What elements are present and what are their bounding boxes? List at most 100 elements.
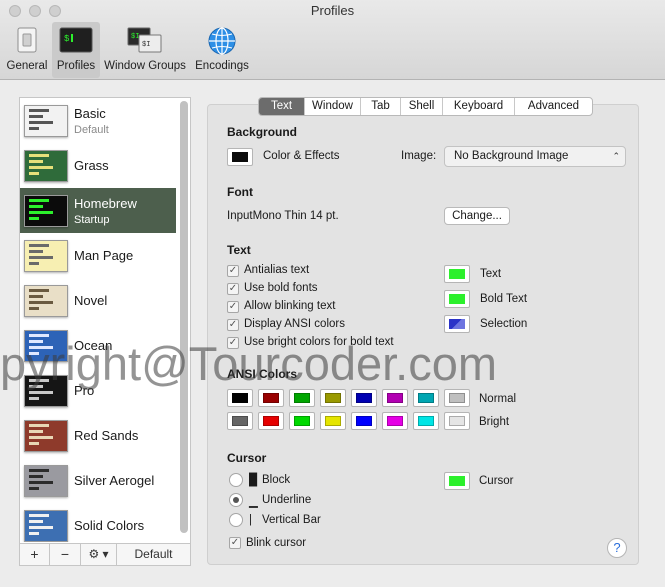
thumbnail-text-line <box>29 436 53 439</box>
chevron-updown-icon: ⌃ <box>612 151 620 161</box>
cursor-shape-label: Underline <box>262 494 312 506</box>
toolbar-profiles[interactable]: $ Profiles <box>52 22 100 78</box>
ansi-bright-color-well[interactable] <box>382 412 408 430</box>
profile-thumbnail <box>24 510 68 542</box>
background-image-select[interactable]: No Background Image ⌃ <box>444 146 626 167</box>
ansi-normal-color-well[interactable] <box>444 389 470 407</box>
thumbnail-text-line <box>29 397 39 400</box>
ansi-color-swatch <box>449 416 465 426</box>
profile-thumbnail <box>24 285 68 317</box>
cursor-shape-radio[interactable] <box>229 473 243 487</box>
add-profile-button[interactable]: + <box>20 544 50 565</box>
ansi-normal-color-well[interactable] <box>258 389 284 407</box>
window-title: Profiles <box>310 3 355 18</box>
tab-keyboard[interactable]: Keyboard <box>443 98 515 115</box>
ansi-bright-color-well[interactable] <box>320 412 346 430</box>
ansi-color-swatch <box>263 416 279 426</box>
profile-item[interactable]: Basic Default <box>20 98 176 143</box>
profile-item[interactable]: Solid Colors <box>20 503 176 542</box>
thumbnail-text-line <box>29 160 43 163</box>
ansi-color-swatch <box>294 416 310 426</box>
thumbnail-text-line <box>29 262 39 265</box>
background-color-well[interactable] <box>227 148 253 166</box>
toolbar-encodings[interactable]: Encodings <box>192 22 252 78</box>
ansi-normal-color-well[interactable] <box>227 389 253 407</box>
profile-item[interactable]: Red Sands <box>20 413 176 458</box>
tab-tab[interactable]: Tab <box>361 98 401 115</box>
profile-item[interactable]: Silver Aerogel <box>20 458 176 503</box>
ansi-normal-color-well[interactable] <box>289 389 315 407</box>
tab-window[interactable]: Window <box>305 98 361 115</box>
profile-list[interactable]: Basic Default Grass Homebrew Startup Man Page… <box>20 98 176 542</box>
profile-actions-menu-button[interactable]: ⚙ ▾ <box>81 544 117 565</box>
ansi-color-swatch <box>325 416 341 426</box>
text-option-checkbox[interactable]: ✓ <box>227 283 239 295</box>
text-option-checkbox[interactable]: ✓ <box>227 337 239 349</box>
profile-name: Man Page <box>74 248 134 263</box>
text-color-swatch <box>449 319 465 329</box>
cursor-shape-glyph: | <box>249 514 252 526</box>
tab-text[interactable]: Text <box>259 98 305 115</box>
remove-profile-button[interactable]: − <box>50 544 81 565</box>
thumbnail-text-line <box>29 475 43 478</box>
profile-thumbnail <box>24 240 68 272</box>
profile-thumbnail <box>24 420 68 452</box>
set-default-button[interactable]: Default <box>117 544 190 565</box>
ansi-bright-label: Bright <box>479 416 510 428</box>
ansi-normal-color-well[interactable] <box>382 389 408 407</box>
text-option-checkbox[interactable]: ✓ <box>227 265 239 277</box>
toolbar-window-groups[interactable]: $I $I Window Groups <box>102 22 188 78</box>
ansi-bright-color-well[interactable] <box>351 412 377 430</box>
svg-text:$: $ <box>64 34 70 44</box>
profile-name: Homebrew <box>74 196 137 211</box>
thumbnail-text-line <box>29 211 53 214</box>
ansi-color-swatch <box>325 393 341 403</box>
tab-advanced[interactable]: Advanced <box>515 98 592 115</box>
ansi-bright-color-well[interactable] <box>258 412 284 430</box>
ansi-bright-color-well[interactable] <box>413 412 439 430</box>
text-color-well[interactable] <box>444 315 470 333</box>
font-value: InputMono Thin 14 pt. <box>227 210 339 222</box>
profile-item[interactable]: Pro <box>20 368 176 413</box>
ansi-bright-color-well[interactable] <box>289 412 315 430</box>
text-option-label: Display ANSI colors <box>244 318 345 330</box>
tab-shell[interactable]: Shell <box>401 98 443 115</box>
ansi-color-swatch <box>232 393 248 403</box>
blink-cursor-checkbox[interactable]: ✓ <box>229 537 241 549</box>
thumbnail-text-line <box>29 301 53 304</box>
ansi-bright-color-well[interactable] <box>227 412 253 430</box>
profile-thumbnail <box>24 465 68 497</box>
cursor-shape-radio[interactable] <box>229 493 243 507</box>
toolbar-general-label: General <box>6 60 48 72</box>
text-option-checkbox[interactable]: ✓ <box>227 301 239 313</box>
toolbar-general[interactable]: General <box>4 22 50 78</box>
thumbnail-text-line <box>29 379 49 382</box>
profile-item[interactable]: Man Page <box>20 233 176 278</box>
thumbnail-text-line <box>29 295 43 298</box>
profile-item[interactable]: Homebrew Startup <box>20 188 176 233</box>
settings-tabs: Text Window Tab Shell Keyboard Advanced <box>258 97 593 116</box>
profile-name: Ocean <box>74 338 113 353</box>
ansi-bright-color-well[interactable] <box>444 412 470 430</box>
text-option-checkbox[interactable]: ✓ <box>227 319 239 331</box>
ansi-normal-color-well[interactable] <box>320 389 346 407</box>
ansi-normal-color-well[interactable] <box>351 389 377 407</box>
thumbnail-text-line <box>29 217 39 220</box>
thumbnail-text-line <box>29 340 43 343</box>
cursor-color-well[interactable] <box>444 472 470 490</box>
change-font-button[interactable]: Change... <box>444 207 510 225</box>
thumbnail-text-line <box>29 250 43 253</box>
text-color-well[interactable] <box>444 265 470 283</box>
thumbnail-text-line <box>29 127 39 130</box>
profile-item[interactable]: Ocean <box>20 323 176 368</box>
text-heading: Text <box>227 243 251 257</box>
thumbnail-text-line <box>29 442 39 445</box>
sidebar-scrollbar-thumb[interactable] <box>180 101 188 533</box>
text-color-well[interactable] <box>444 290 470 308</box>
cursor-shape-radio[interactable] <box>229 513 243 527</box>
ansi-normal-color-well[interactable] <box>413 389 439 407</box>
profile-item[interactable]: Grass <box>20 143 176 188</box>
help-button[interactable]: ? <box>607 538 627 558</box>
profile-item[interactable]: Novel <box>20 278 176 323</box>
profile-thumbnail <box>24 330 68 362</box>
